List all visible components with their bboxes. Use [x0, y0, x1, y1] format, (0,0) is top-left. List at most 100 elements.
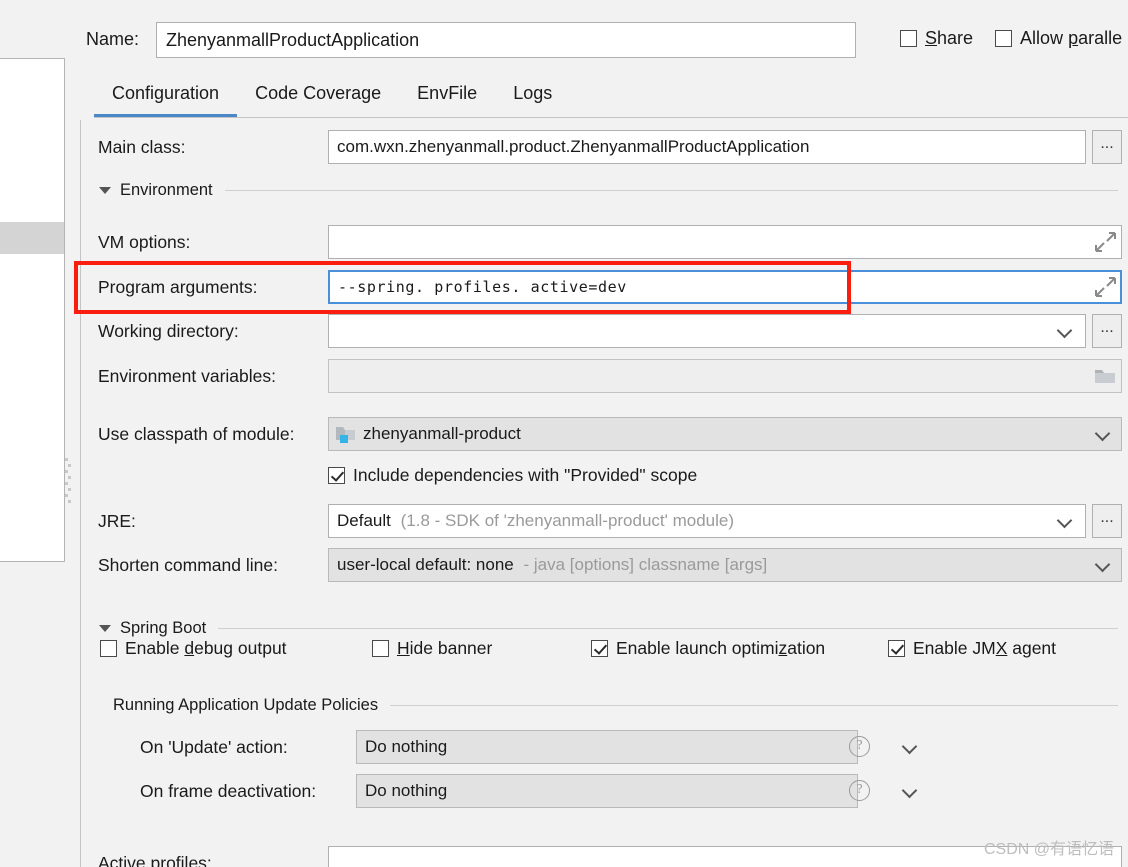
- update-policies-section-header: Running Application Update Policies: [81, 693, 1128, 717]
- top-checkbox-group: Share Allow paralle: [900, 28, 1122, 49]
- allow-parallel-checkbox[interactable]: Allow paralle: [995, 28, 1122, 49]
- update-policies-section-title: Running Application Update Policies: [113, 695, 379, 714]
- on-frame-deactivation-row: On frame deactivation: Do nothing ?: [81, 774, 1128, 808]
- enable-debug-output-label: Enable debug output: [125, 637, 287, 658]
- watermark: CSDN @有语忆语: [983, 841, 1114, 858]
- collapse-triangle-icon[interactable]: [99, 624, 111, 632]
- chevron-down-icon[interactable]: [901, 738, 918, 755]
- share-checkbox-box[interactable]: [900, 30, 917, 47]
- on-update-action-combo[interactable]: Do nothing: [356, 730, 858, 764]
- enable-jmx-agent-mnemonic: X: [995, 637, 1008, 658]
- enable-debug-output-checkbox-box[interactable]: [100, 639, 117, 657]
- active-profiles-label: Active profiles:: [98, 853, 212, 867]
- allow-parallel-mnemonic: p: [1068, 28, 1079, 48]
- share-mnemonic: S: [925, 28, 938, 48]
- configuration-tree-panel[interactable]: [0, 58, 65, 562]
- shorten-command-line-label: Shorten command line:: [98, 555, 278, 575]
- on-update-action-row: On 'Update' action: Do nothing ?: [81, 730, 1128, 764]
- include-provided-checkbox-box[interactable]: [328, 467, 345, 484]
- vm-options-input[interactable]: [328, 225, 1122, 259]
- splitter-grip-icon: [65, 457, 71, 503]
- name-input[interactable]: ZhenyanmallProductApplication: [156, 22, 856, 58]
- expand-icon[interactable]: [1094, 231, 1116, 253]
- hide-banner-label: Hide banner: [397, 637, 493, 658]
- shorten-command-line-row: Shorten command line: user-local default…: [81, 548, 1128, 582]
- environment-section-title: Environment: [120, 180, 213, 199]
- allow-parallel-checkbox-box[interactable]: [995, 30, 1013, 47]
- enable-jmx-agent-checkbox[interactable]: Enable JMX agent: [888, 638, 1056, 659]
- jre-browse-button[interactable]: ...: [1092, 504, 1122, 538]
- spring-boot-section-title: Spring Boot: [120, 618, 207, 637]
- jre-combo[interactable]: Default (1.8 - SDK of 'zhenyanmall-produ…: [328, 504, 1086, 538]
- on-frame-deactivation-label: On frame deactivation:: [140, 781, 317, 801]
- environment-variables-label: Environment variables:: [98, 366, 276, 386]
- chevron-down-icon[interactable]: [901, 782, 918, 799]
- enable-jmx-agent-checkbox-box[interactable]: [888, 639, 905, 657]
- tab-bar-divider: [94, 117, 1128, 118]
- active-profiles-row: Active profiles:: [81, 846, 1128, 867]
- main-class-browse-button[interactable]: ...: [1092, 130, 1122, 164]
- include-provided-checkbox[interactable]: Include dependencies with "Provided" sco…: [328, 465, 697, 486]
- jre-value-hint: (1.8 - SDK of 'zhenyanmall-product' modu…: [400, 511, 735, 530]
- jre-value: Default: [337, 511, 391, 530]
- program-arguments-input[interactable]: --spring. profiles. active=dev: [328, 270, 1122, 304]
- configuration-content-pane: Name: ZhenyanmallProductApplication Shar…: [80, 0, 1128, 867]
- share-checkbox[interactable]: Share: [900, 28, 973, 49]
- enable-jmx-agent-label: Enable JMX agent: [913, 637, 1057, 658]
- environment-section-header[interactable]: Environment: [81, 177, 1128, 203]
- expand-icon[interactable]: [1094, 276, 1116, 298]
- name-label: Name:: [86, 29, 140, 49]
- enable-launch-optimization-label: Enable launch optimization: [616, 637, 826, 658]
- on-frame-deactivation-help-icon[interactable]: ?: [849, 780, 870, 801]
- enable-debug-output-mnemonic: d: [184, 637, 195, 658]
- main-class-input[interactable]: com.wxn.zhenyanmall.product.ZhenyanmallP…: [328, 130, 1086, 164]
- share-checkbox-label: Share: [925, 28, 973, 49]
- working-directory-browse-button[interactable]: ...: [1092, 314, 1122, 348]
- vm-options-label: VM options:: [98, 232, 191, 252]
- on-update-action-help-icon[interactable]: ?: [849, 736, 870, 757]
- tab-configuration[interactable]: Configuration: [94, 83, 238, 118]
- module-icon: [336, 426, 356, 443]
- on-update-action-label: On 'Update' action:: [140, 737, 288, 757]
- classpath-module-row: Use classpath of module: zhenyanmall-pro…: [81, 417, 1128, 451]
- environment-variables-input[interactable]: [328, 359, 1122, 393]
- shorten-command-line-combo[interactable]: user-local default: none - java [options…: [328, 548, 1122, 582]
- working-directory-input[interactable]: [328, 314, 1086, 348]
- configuration-tree-selected-item[interactable]: [0, 222, 64, 254]
- jre-row: JRE: Default (1.8 - SDK of 'zhenyanmall-…: [81, 504, 1128, 538]
- tab-code-coverage[interactable]: Code Coverage: [237, 83, 399, 116]
- vm-options-row: VM options:: [81, 225, 1128, 259]
- working-directory-label: Working directory:: [98, 321, 239, 341]
- update-policies-section-divider: [390, 704, 1118, 706]
- classpath-module-combo[interactable]: zhenyanmall-product: [328, 417, 1122, 451]
- environment-variables-row: Environment variables:: [81, 359, 1128, 393]
- main-class-label: Main class:: [98, 137, 186, 157]
- run-debug-configuration-dialog: Name: ZhenyanmallProductApplication Shar…: [0, 0, 1128, 867]
- allow-parallel-label-rest: aralle: [1078, 28, 1123, 48]
- share-label-rest: hare: [937, 28, 974, 48]
- allow-parallel-checkbox-label: Allow paralle: [1020, 28, 1122, 49]
- shorten-command-line-hint: - java [options] classname [args]: [523, 555, 768, 574]
- on-frame-deactivation-combo[interactable]: Do nothing: [356, 774, 858, 808]
- spring-boot-section-divider: [218, 627, 1118, 629]
- tab-envfile[interactable]: EnvFile: [399, 83, 495, 116]
- enable-debug-output-checkbox[interactable]: Enable debug output: [100, 638, 287, 659]
- enable-launch-optimization-checkbox[interactable]: Enable launch optimization: [591, 638, 825, 659]
- include-provided-row: Include dependencies with "Provided" sco…: [81, 465, 1128, 486]
- program-arguments-label: Program arguments:: [98, 277, 258, 297]
- tab-logs[interactable]: Logs: [495, 83, 570, 116]
- program-arguments-row: Program arguments: --spring. profiles. a…: [81, 270, 1128, 304]
- collapse-triangle-icon[interactable]: [99, 186, 111, 194]
- include-provided-label: Include dependencies with "Provided" sco…: [353, 465, 698, 485]
- enable-launch-optimization-mnemonic: z: [778, 637, 788, 658]
- enable-launch-optimization-checkbox-box[interactable]: [591, 639, 608, 657]
- folder-icon[interactable]: [1094, 367, 1116, 385]
- hide-banner-checkbox-box[interactable]: [372, 639, 389, 657]
- panel-splitter-handle[interactable]: [62, 455, 72, 505]
- configuration-form: Main class: com.wxn.zhenyanmall.product.…: [80, 120, 1128, 867]
- jre-label: JRE:: [98, 511, 136, 531]
- shorten-command-line-value: user-local default: none: [337, 555, 514, 574]
- hide-banner-checkbox[interactable]: Hide banner: [372, 638, 492, 659]
- tab-bar: Configuration Code Coverage EnvFile Logs: [80, 74, 1128, 118]
- hide-banner-mnemonic: H: [397, 637, 410, 658]
